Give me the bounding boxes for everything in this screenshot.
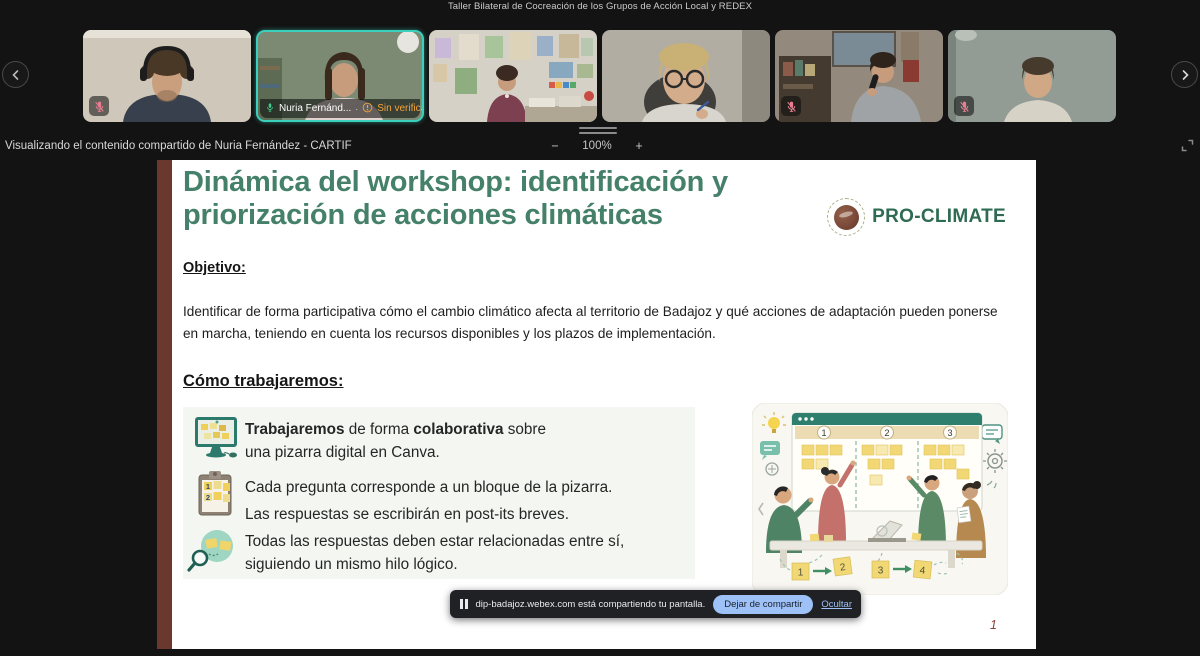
- shared-content-slide: Dinámica del workshop: identificación y …: [157, 160, 1036, 649]
- participant-name: Nuria Fernánd...: [279, 103, 351, 114]
- slide-left-accent-bar: [157, 160, 172, 649]
- participant-filmstrip: Nuria Fernánd... · Sin verificar: [83, 30, 1116, 122]
- verification-badge: Sin verificar: [377, 103, 424, 114]
- filmstrip-resize-handle[interactable]: [579, 127, 617, 137]
- slide-content: Dinámica del workshop: identificación y …: [172, 160, 1036, 649]
- separator-dot: ·: [355, 104, 358, 114]
- muted-mic-icon: [954, 96, 974, 116]
- logo-wordmark: PRO-CLIMATE: [872, 206, 1006, 228]
- expand-view-icon[interactable]: [1181, 139, 1194, 157]
- pro-climate-logo: PRO-CLIMATE: [827, 198, 1006, 236]
- participant-video: [602, 30, 770, 122]
- slide-title-line1: Dinámica del workshop: identificación y: [183, 166, 728, 199]
- bullet-related: Todas las respuestas deben estar relacio…: [245, 531, 665, 554]
- flow-note-number: 1: [798, 568, 804, 579]
- bullet-collaborative: Trabajaremos de forma colaborativa sobre…: [245, 419, 625, 465]
- participant-video: [429, 30, 597, 122]
- bullet-bold-word: colaborativa: [413, 421, 503, 438]
- globe-emblem-icon: [827, 198, 865, 236]
- warning-icon: [362, 102, 373, 116]
- muted-mic-icon: [781, 96, 801, 116]
- magnifier-postits-icon: [187, 527, 241, 573]
- flow-note-number: 3: [878, 566, 884, 577]
- pause-share-icon[interactable]: [460, 599, 468, 609]
- video-thumbnail-1[interactable]: [83, 30, 251, 122]
- stop-sharing-button[interactable]: Dejar de compartir: [713, 595, 813, 614]
- workshop-illustration: 1 2 3: [752, 403, 1008, 595]
- share-message: dip-badajoz.webex.com está compartiendo …: [476, 599, 706, 610]
- content-zoom-controls: − 100% +: [548, 139, 646, 153]
- bullet-related-2: siguiendo un mismo hilo lógico.: [245, 554, 665, 577]
- mic-on-icon: [265, 102, 275, 116]
- zoom-level-value: 100%: [580, 140, 614, 152]
- active-speaker-label: Nuria Fernánd... · Sin verificar: [260, 99, 420, 118]
- how-we-work-box: Trabajaremos de forma colaborativa sobre…: [183, 407, 695, 579]
- bullet-postits: Las respuestas se escribirán en post-its…: [245, 504, 655, 527]
- clipboard-number: 1: [206, 482, 210, 491]
- how-heading: Cómo trabajaremos:: [183, 372, 343, 391]
- muted-mic-icon: [89, 96, 109, 116]
- video-thumbnail-active-speaker[interactable]: Nuria Fernánd... · Sin verificar: [256, 30, 424, 122]
- board-column-number: 1: [821, 428, 826, 438]
- slide-title-line2: priorización de acciones climáticas: [183, 199, 728, 232]
- slide-page-number: 1: [990, 618, 997, 632]
- slide-title: Dinámica del workshop: identificación y …: [183, 166, 728, 232]
- objective-paragraph: Identificar de forma participativa cómo …: [183, 301, 1015, 345]
- hide-bar-link[interactable]: Ocultar: [821, 599, 852, 610]
- chevron-right-icon: [1179, 69, 1191, 81]
- bullet-blocks: Cada pregunta corresponde a un bloque de…: [245, 477, 655, 500]
- bullet-bold-word: Trabajaremos: [245, 421, 344, 438]
- video-thumbnail-4[interactable]: [602, 30, 770, 122]
- board-column-number: 3: [947, 428, 952, 438]
- viewing-status-text: Visualizando el contenido compartido de …: [5, 140, 352, 152]
- objective-heading: Objetivo:: [183, 260, 246, 276]
- screen-share-notification-bar: dip-badajoz.webex.com está compartiendo …: [450, 590, 861, 618]
- zoom-out-button[interactable]: −: [548, 139, 562, 153]
- clipboard-number: 2: [206, 493, 210, 502]
- next-participants-button[interactable]: [1171, 61, 1198, 88]
- chevron-left-icon: [10, 69, 22, 81]
- clipboard-icon: 1 2: [195, 471, 235, 519]
- video-thumbnail-3[interactable]: [429, 30, 597, 122]
- video-thumbnail-6[interactable]: [948, 30, 1116, 122]
- monitor-icon: [191, 415, 241, 461]
- video-thumbnail-5[interactable]: [775, 30, 943, 122]
- zoom-in-button[interactable]: +: [632, 139, 646, 153]
- meeting-title: Taller Bilateral de Cocreación de los Gr…: [0, 1, 1200, 12]
- previous-participants-button[interactable]: [2, 61, 29, 88]
- board-column-number: 2: [884, 428, 889, 438]
